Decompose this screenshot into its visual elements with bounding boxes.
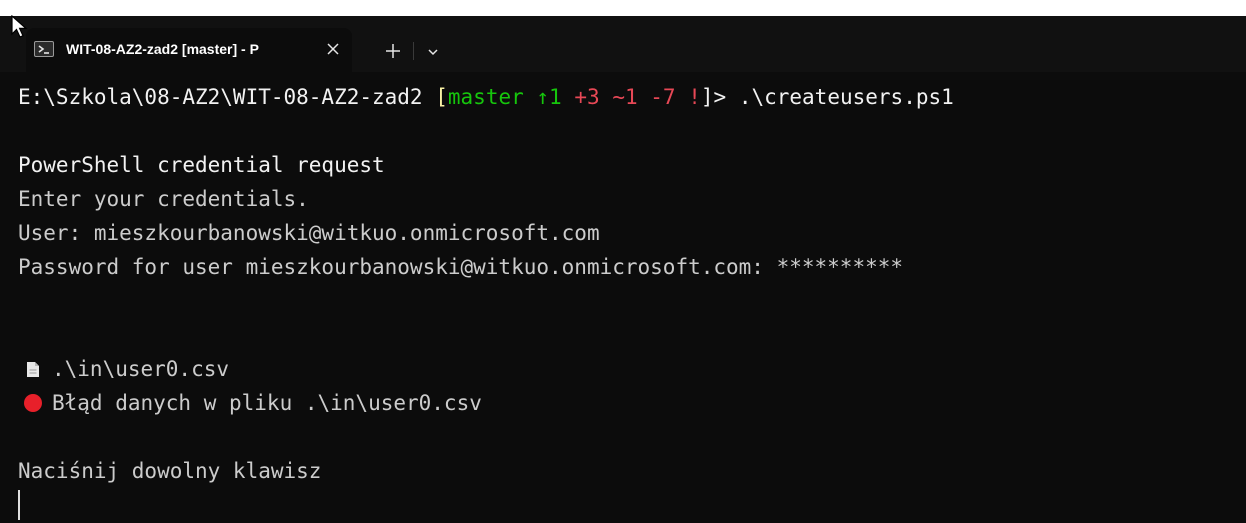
credential-prompt: Enter your credentials.: [18, 187, 309, 211]
terminal-output[interactable]: E:\Szkola\08-AZ2\WIT-08-AZ2-zad2 [master…: [0, 72, 1246, 523]
file-line: .\in\user0.csv: [26, 352, 229, 386]
mouse-pointer-icon: [10, 14, 30, 39]
file-path: .\in\user0.csv: [52, 357, 230, 381]
plus-icon[interactable]: [382, 40, 404, 62]
prompt-close-bracket: ]>: [700, 85, 727, 109]
prompt-line: E:\Szkola\08-AZ2\WIT-08-AZ2-zad2 [master…: [18, 80, 954, 114]
user-line: User: mieszkourbanowski@witkuo.onmicroso…: [18, 221, 600, 245]
error-line: Błąd danych w pliku .\in\user0.csv: [24, 386, 482, 420]
password-line: Password for user mieszkourbanowski@witk…: [18, 255, 904, 279]
git-flag: !: [688, 85, 701, 109]
text-cursor: [18, 490, 20, 520]
chevron-down-icon[interactable]: [426, 44, 440, 58]
error-text: Błąd danych w pliku .\in\user0.csv: [52, 391, 482, 415]
credential-title: PowerShell credential request: [18, 153, 385, 177]
git-modified: ~1: [612, 85, 638, 109]
tab-powershell[interactable]: WIT-08-AZ2-zad2 [master] - P: [26, 28, 352, 72]
press-key-line: Naciśnij dowolny klawisz: [18, 459, 322, 483]
tab-divider: [413, 42, 414, 60]
prompt-path: E:\Szkola\08-AZ2\WIT-08-AZ2-zad2: [18, 85, 423, 109]
git-branch: master: [447, 85, 524, 109]
terminal-window: WIT-08-AZ2-zad2 [master] - P E:\Szkola\0…: [0, 0, 1246, 523]
tab-title: WIT-08-AZ2-zad2 [master] - P: [66, 41, 259, 57]
git-deleted: -7: [650, 85, 676, 109]
command-text: .\createusers.ps1: [738, 85, 954, 109]
file-icon: [26, 354, 40, 377]
screen-border: [0, 0, 1246, 16]
error-dot-icon: [24, 394, 42, 412]
prompt-open-bracket: [: [435, 85, 448, 109]
git-added: +3: [574, 85, 600, 109]
close-icon[interactable]: [322, 38, 344, 60]
git-ahead: ↑1: [536, 85, 562, 109]
powershell-icon: [34, 41, 54, 57]
tab-bar: WIT-08-AZ2-zad2 [master] - P: [0, 16, 1246, 72]
